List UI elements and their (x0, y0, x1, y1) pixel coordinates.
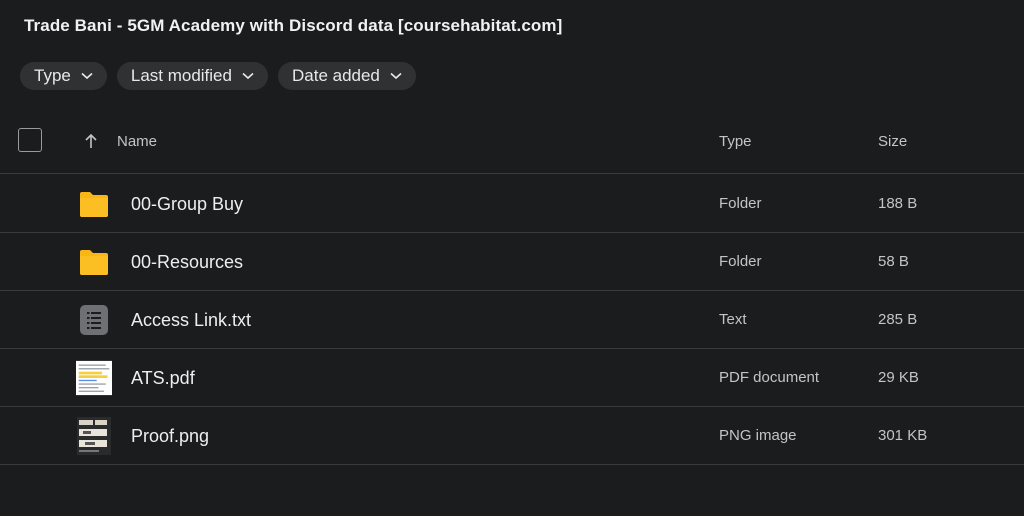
file-size: 58 B (878, 253, 909, 270)
file-type: PDF document (719, 369, 820, 386)
file-name: 00-Group Buy (131, 194, 244, 214)
table-row[interactable]: ATS.pdf PDF document 29 KB (0, 349, 1024, 407)
file-name: Proof.png (131, 426, 210, 446)
file-type: PNG image (719, 427, 797, 444)
filter-label: Last modified (130, 66, 232, 85)
column-header-type[interactable]: Type (719, 133, 752, 150)
arrow-up-icon[interactable] (84, 133, 98, 154)
page-title: Trade Bani - 5GM Academy with Discord da… (24, 16, 563, 35)
file-size: 188 B (878, 195, 918, 212)
filter-type-button[interactable]: Type (20, 62, 107, 90)
folder-icon (76, 186, 112, 222)
file-size: 301 KB (878, 427, 928, 444)
file-size: 29 KB (878, 369, 919, 386)
file-size: 285 B (878, 311, 918, 328)
file-name: 00-Resources (131, 252, 244, 272)
folder-icon (76, 244, 112, 280)
table-row[interactable]: Access Link.txt Text 285 B (0, 291, 1024, 349)
file-list: 00-Group Buy Folder 188 B 00-Resources F… (0, 175, 1024, 465)
filter-date-added-button[interactable]: Date added (277, 62, 416, 90)
filter-last-modified-button[interactable]: Last modified (116, 62, 268, 90)
table-row[interactable]: 00-Resources Folder 58 B (0, 233, 1024, 291)
column-header-size[interactable]: Size (878, 133, 907, 150)
select-all-checkbox[interactable] (18, 128, 42, 152)
file-name: Access Link.txt (131, 310, 252, 330)
text-file-icon (76, 302, 112, 338)
chevron-down-icon (242, 72, 254, 80)
table-row[interactable]: 00-Group Buy Folder 188 B (0, 175, 1024, 233)
pdf-thumbnail-icon (76, 360, 112, 396)
filter-label: Type (34, 66, 71, 85)
column-header-name[interactable]: Name (117, 133, 157, 150)
table-header: Name Type Size (0, 116, 1024, 174)
filter-label: Date added (291, 66, 380, 85)
image-thumbnail-icon (76, 417, 112, 455)
file-type: Text (719, 311, 747, 328)
filter-bar: Type Last modified Date added (20, 62, 416, 90)
chevron-down-icon (81, 72, 93, 80)
chevron-down-icon (390, 72, 402, 80)
file-name: ATS.pdf (131, 368, 195, 388)
file-type: Folder (719, 253, 762, 270)
table-row[interactable]: Proof.png PNG image 301 KB (0, 407, 1024, 465)
file-type: Folder (719, 195, 762, 212)
